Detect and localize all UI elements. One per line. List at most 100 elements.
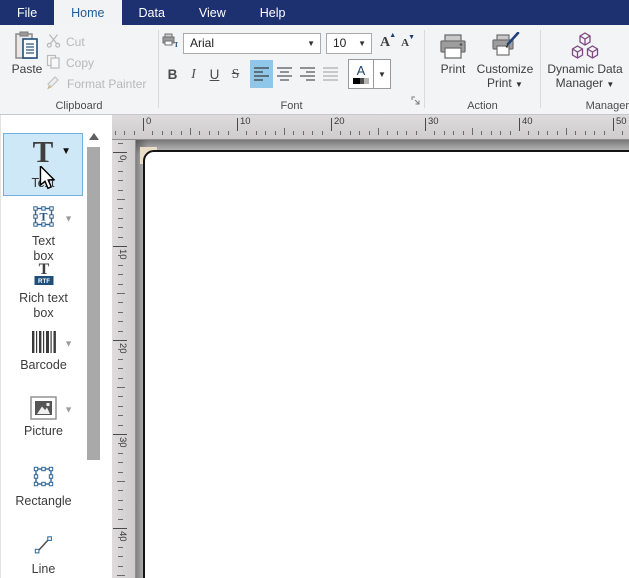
ruler-tick <box>118 500 123 501</box>
toolbox-item-rich-text-box[interactable]: T RTFRich textbox <box>1 261 86 321</box>
strikethrough-button[interactable]: S <box>225 60 246 88</box>
ruler-label: 40 <box>117 531 128 542</box>
toolbox-item-text[interactable]: T▼Text <box>3 133 83 196</box>
ruler-tick <box>118 208 123 209</box>
font-family-value: Arial <box>190 36 214 50</box>
ruler-tick <box>118 537 123 538</box>
chevron-down-icon[interactable]: ▼ <box>64 337 73 352</box>
ruler-label: 20 <box>334 116 345 127</box>
group-clipboard: Paste Cut Copy <box>0 25 158 114</box>
ruler-tick <box>113 528 127 529</box>
align-justify-icon <box>322 66 339 82</box>
ruler-tick <box>547 131 548 135</box>
ruler-tick <box>113 246 127 247</box>
ruler-tick <box>284 128 285 135</box>
ribbon: Paste Cut Copy <box>0 25 629 115</box>
label-design-page[interactable] <box>143 150 629 578</box>
action-group-label: Action <box>425 100 540 112</box>
svg-text:RTF: RTF <box>37 278 49 285</box>
ddm-label-2: Manager <box>556 76 603 90</box>
font-color-dropdown[interactable]: ▼ <box>373 60 390 88</box>
ruler-tick <box>152 131 153 135</box>
font-color-split-button[interactable]: A ▼ <box>348 59 391 89</box>
font-size-select[interactable]: 10 ▼ <box>326 33 372 54</box>
ruler-label: 0 <box>146 116 151 127</box>
ruler-tick <box>117 387 125 388</box>
chevron-down-icon[interactable]: ▼ <box>64 403 73 418</box>
toolbox-item-label: Text <box>1 234 86 249</box>
ruler-tick <box>228 131 229 135</box>
copy-button[interactable]: Copy <box>46 52 146 73</box>
cut-button[interactable]: Cut <box>46 31 146 52</box>
ruler-tick <box>406 131 407 135</box>
ruler-label: 10 <box>240 116 251 127</box>
customize-print-button[interactable]: Customize Print ▼ <box>473 30 537 92</box>
ruler-tick <box>369 131 370 135</box>
ruler-tick <box>387 131 388 135</box>
cut-icon <box>46 33 61 51</box>
font-color-button[interactable]: A <box>349 60 373 88</box>
toolbox-item-rectangle[interactable]: Rectangle <box>1 463 86 509</box>
ruler-tick <box>118 349 123 350</box>
font-dialog-launcher[interactable] <box>411 93 421 111</box>
menu-tab-data[interactable]: Data <box>122 0 182 25</box>
align-left-icon <box>253 66 270 82</box>
paste-button[interactable]: Paste <box>8 30 46 76</box>
toolbox-item-label: Rich text <box>1 291 86 306</box>
customize-print-icon <box>473 30 537 62</box>
format-painter-button[interactable]: Format Painter <box>46 73 146 94</box>
underline-button[interactable]: U <box>204 60 225 88</box>
ruler-tick <box>118 180 123 181</box>
ruler-tick <box>275 131 276 135</box>
printer-font-icon: T <box>162 33 178 53</box>
toolbox-scrollbar[interactable] <box>86 115 102 578</box>
ruler-tick <box>209 131 210 135</box>
ruler-tick <box>118 406 123 407</box>
font-family-select[interactable]: Arial ▼ <box>183 33 321 54</box>
menu-tab-file[interactable]: File <box>0 0 54 25</box>
italic-button[interactable]: I <box>183 60 204 88</box>
chevron-down-icon[interactable]: ▼ <box>64 211 73 226</box>
group-font: T Arial ▼ 10 ▼ A▲ A▼ B I U S <box>159 25 424 114</box>
toolbox-item-line[interactable]: Line <box>1 531 86 577</box>
ruler-tick <box>118 556 123 557</box>
ruler-tick <box>118 274 123 275</box>
application-window: FileHomeDataViewHelp Paste <box>0 0 629 578</box>
dynamic-data-manager-icon <box>543 30 627 62</box>
toolbox-item-label: box <box>1 306 86 321</box>
toolbox-item-label: Line <box>1 562 86 577</box>
chevron-down-icon[interactable]: ▼ <box>61 146 71 157</box>
bold-button[interactable]: B <box>162 60 183 88</box>
dynamic-data-manager-button[interactable]: Dynamic Data Manager ▼ <box>543 30 627 92</box>
horizontal-ruler: 01020304050 <box>112 115 629 140</box>
grow-font-button[interactable]: A▲ <box>377 35 393 51</box>
ruler-tick <box>118 472 123 473</box>
toolbox-item-picture[interactable]: ▼Picture <box>1 396 86 439</box>
align-center-button[interactable] <box>273 60 296 88</box>
toolbox-item-text-box[interactable]: T ▼Textbox <box>1 203 86 264</box>
ruler-tick <box>113 152 127 153</box>
ruler-tick <box>519 118 520 131</box>
menu-tab-view[interactable]: View <box>182 0 243 25</box>
align-left-button[interactable] <box>250 60 273 88</box>
ruler-tick <box>118 415 123 416</box>
ruler-tick <box>118 312 123 313</box>
rich-text-box-icon: T RTF <box>31 261 57 291</box>
scrollbar-up-arrow-icon[interactable] <box>89 133 99 140</box>
align-right-button[interactable] <box>296 60 319 88</box>
toolbox-item-barcode[interactable]: ▼Barcode <box>1 330 86 373</box>
ruler-tick <box>237 118 238 131</box>
chevron-down-icon: ▼ <box>606 80 614 89</box>
ruler-tick <box>303 131 304 135</box>
svg-text:T: T <box>38 261 49 278</box>
menu-tab-help[interactable]: Help <box>243 0 303 25</box>
shrink-font-button[interactable]: A▼ <box>398 37 412 49</box>
scrollbar-thumb[interactable] <box>87 147 100 460</box>
ruler-tick <box>566 128 567 135</box>
print-button[interactable]: Print <box>435 30 471 76</box>
align-justify-button[interactable] <box>319 60 342 88</box>
menu-tab-home[interactable]: Home <box>54 0 121 25</box>
barcode-icon <box>31 330 57 358</box>
ruler-tick <box>113 434 127 435</box>
ruler-tick <box>118 368 123 369</box>
